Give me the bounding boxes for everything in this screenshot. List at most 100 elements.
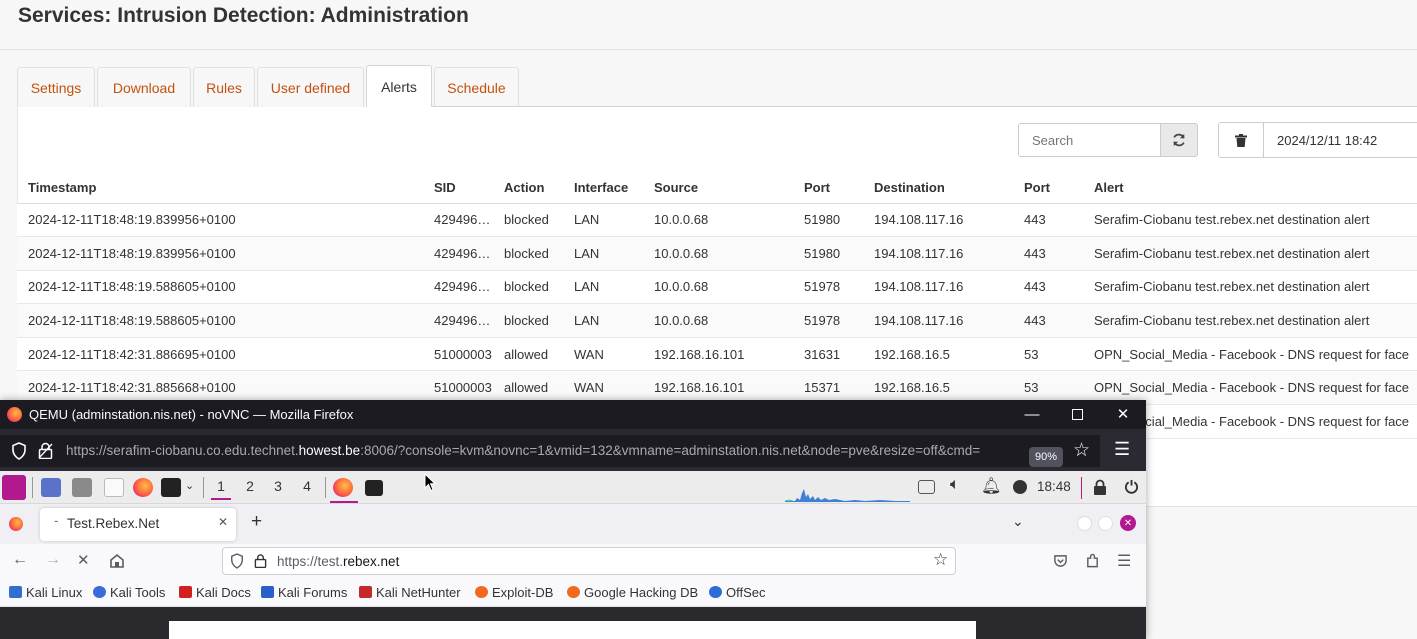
bookmark-kali-docs[interactable]: Kali Docs bbox=[179, 585, 251, 600]
inner-tab-bar: - Test.Rebex.Net ✕ + ⌄ ✕ bbox=[0, 504, 1146, 544]
cell-sid: 429496… bbox=[423, 270, 493, 305]
column-header-source-port[interactable]: Port bbox=[793, 172, 863, 204]
bookmark-offsec[interactable]: OffSec bbox=[709, 585, 766, 600]
shield-icon[interactable] bbox=[11, 442, 27, 460]
tab-schedule[interactable]: Schedule bbox=[434, 67, 519, 107]
workspace-1[interactable]: 1 bbox=[211, 478, 231, 500]
cell-destination-port: 443 bbox=[1013, 303, 1083, 338]
bookmark-star-icon[interactable]: ☆ bbox=[933, 550, 948, 570]
column-header-sid[interactable]: SID bbox=[423, 172, 493, 204]
tab-download[interactable]: Download bbox=[97, 67, 191, 107]
log-file-select[interactable]: 2024/12/11 18:42 bbox=[1263, 122, 1417, 158]
workspace-3[interactable]: 3 bbox=[268, 478, 288, 494]
chevron-down-icon[interactable]: ⌄ bbox=[185, 479, 194, 492]
tab-settings[interactable]: Settings bbox=[17, 67, 95, 107]
kali-dragon-icon[interactable] bbox=[2, 475, 26, 500]
pocket-icon[interactable] bbox=[1053, 554, 1068, 568]
power-icon[interactable] bbox=[1124, 479, 1139, 494]
taskbar-terminal-icon[interactable] bbox=[365, 480, 383, 496]
star-icon[interactable]: ☆ bbox=[1073, 439, 1090, 462]
zoom-level-badge[interactable]: 90% bbox=[1029, 447, 1063, 467]
panel-clock[interactable]: 18:48 bbox=[1037, 479, 1071, 494]
outer-url-bar[interactable]: https://serafim-ciobanu.co.edu.technet.h… bbox=[0, 435, 1100, 467]
back-icon[interactable]: ← bbox=[12, 551, 28, 569]
bookmark-kali-forums[interactable]: Kali Forums bbox=[261, 585, 347, 600]
column-header-source[interactable]: Source bbox=[643, 172, 793, 204]
column-header-timestamp[interactable]: Timestamp bbox=[17, 172, 423, 204]
column-header-destination[interactable]: Destination bbox=[863, 172, 1013, 204]
bookmarks-toolbar: Kali Linux Kali Tools Kali Docs Kali For… bbox=[0, 578, 1146, 607]
bookmark-kali-linux[interactable]: Kali Linux bbox=[9, 585, 82, 600]
tab-user-defined[interactable]: User defined bbox=[257, 67, 364, 107]
close-window-button[interactable]: ✕ bbox=[1113, 404, 1133, 424]
bookmark-google-hacking-db[interactable]: Google Hacking DB bbox=[567, 585, 698, 600]
minimize-icon: — bbox=[1024, 405, 1040, 423]
outer-url-text[interactable]: https://serafim-ciobanu.co.edu.technet.h… bbox=[66, 443, 980, 458]
inner-url-text[interactable]: https://test.rebex.net bbox=[277, 554, 399, 569]
bookmark-kali-tools[interactable]: Kali Tools bbox=[93, 585, 165, 600]
cell-interface: LAN bbox=[563, 303, 643, 338]
file-manager-icon[interactable] bbox=[72, 478, 92, 497]
lock-icon[interactable] bbox=[254, 553, 267, 568]
bookmark-kali-nethunter[interactable]: Kali NetHunter bbox=[359, 585, 461, 600]
table-row[interactable]: 2024-12-11T18:48:19.588605+0100 429496… bl… bbox=[17, 270, 1417, 305]
bell-icon[interactable]: 🔔︎ bbox=[981, 476, 1001, 496]
new-tab-button[interactable]: + bbox=[251, 511, 262, 533]
column-header-alert[interactable]: Alert bbox=[1083, 172, 1417, 204]
menu-icon[interactable]: ☰ bbox=[1114, 439, 1130, 460]
forward-icon[interactable]: → bbox=[45, 551, 61, 569]
inner-menu-icon[interactable]: ☰ bbox=[1117, 551, 1131, 571]
ghdb-icon bbox=[567, 586, 580, 598]
kali-top-panel: ⌄ 1 2 3 4 🔈︎ 🔔︎ 18:48 bbox=[0, 471, 1146, 504]
maximize-window-dot[interactable] bbox=[1098, 516, 1113, 531]
cell-sid: 429496… bbox=[423, 203, 493, 238]
search-input[interactable] bbox=[1018, 123, 1161, 157]
maximize-button[interactable] bbox=[1067, 404, 1087, 424]
terminal-launcher-icon[interactable] bbox=[161, 478, 181, 497]
extensions-icon[interactable] bbox=[1085, 553, 1100, 569]
firefox-launcher-icon[interactable] bbox=[133, 478, 153, 497]
bookmark-exploit-db[interactable]: Exploit-DB bbox=[475, 585, 553, 600]
status-indicator-icon[interactable] bbox=[1013, 480, 1027, 494]
display-icon[interactable] bbox=[918, 480, 935, 494]
volume-icon[interactable]: 🔈︎ bbox=[950, 476, 960, 494]
workspace-2[interactable]: 2 bbox=[240, 478, 260, 494]
inner-url-bar[interactable]: https://test.rebex.net ☆ bbox=[222, 547, 956, 575]
forums-icon bbox=[261, 586, 274, 598]
lock-warning-icon[interactable] bbox=[38, 442, 53, 459]
tab-rules[interactable]: Rules bbox=[193, 67, 255, 107]
close-window-dot[interactable]: ✕ bbox=[1120, 515, 1136, 531]
column-header-interface[interactable]: Interface bbox=[563, 172, 643, 204]
show-desktop-icon[interactable] bbox=[41, 478, 61, 497]
stop-icon[interactable]: ✕ bbox=[77, 551, 90, 569]
tracking-shield-icon[interactable] bbox=[230, 553, 244, 569]
table-row[interactable]: 2024-12-11T18:48:19.839956+0100 429496… bl… bbox=[17, 236, 1417, 271]
table-row[interactable]: 2024-12-11T18:48:19.588605+0100 429496… bl… bbox=[17, 303, 1417, 338]
column-header-destination-port[interactable]: Port bbox=[1013, 172, 1083, 204]
table-row[interactable]: 2024-12-11T18:48:19.839956+0100 429496… bl… bbox=[17, 203, 1417, 238]
cell-interface: LAN bbox=[563, 236, 643, 271]
firefox-view-icon[interactable] bbox=[9, 517, 23, 531]
close-tab-icon[interactable]: ✕ bbox=[218, 515, 228, 529]
workspace-4[interactable]: 4 bbox=[297, 478, 317, 494]
inner-navbar: ← → ✕ https://test.rebex.net ☆ ☰ bbox=[0, 544, 1146, 578]
minimize-button[interactable]: — bbox=[1022, 404, 1042, 424]
delete-alerts-button[interactable] bbox=[1218, 122, 1264, 158]
tab-alerts[interactable]: Alerts bbox=[366, 65, 432, 107]
text-editor-icon[interactable] bbox=[104, 478, 124, 497]
column-header-action[interactable]: Action bbox=[493, 172, 563, 204]
exploit-db-icon bbox=[475, 586, 488, 598]
refresh-button[interactable] bbox=[1160, 123, 1198, 157]
cell-sid: 51000003 bbox=[423, 337, 493, 372]
minimize-window-dot[interactable] bbox=[1077, 516, 1092, 531]
home-icon[interactable] bbox=[109, 553, 125, 568]
lock-screen-icon[interactable] bbox=[1093, 479, 1107, 495]
browser-tab[interactable]: - Test.Rebex.Net ✕ bbox=[40, 508, 236, 541]
table-row[interactable]: 2024-12-11T18:42:31.886695+0100 51000003 a… bbox=[17, 337, 1417, 372]
cell-source: 10.0.0.68 bbox=[643, 303, 793, 338]
list-all-tabs-icon[interactable]: ⌄ bbox=[1012, 513, 1024, 530]
taskbar-firefox-icon[interactable] bbox=[333, 478, 353, 497]
window-titlebar[interactable]: QEMU (adminstation.nis.net) - noVNC — Mo… bbox=[0, 400, 1146, 429]
docs-icon bbox=[179, 586, 192, 598]
panel-separator bbox=[32, 477, 33, 498]
